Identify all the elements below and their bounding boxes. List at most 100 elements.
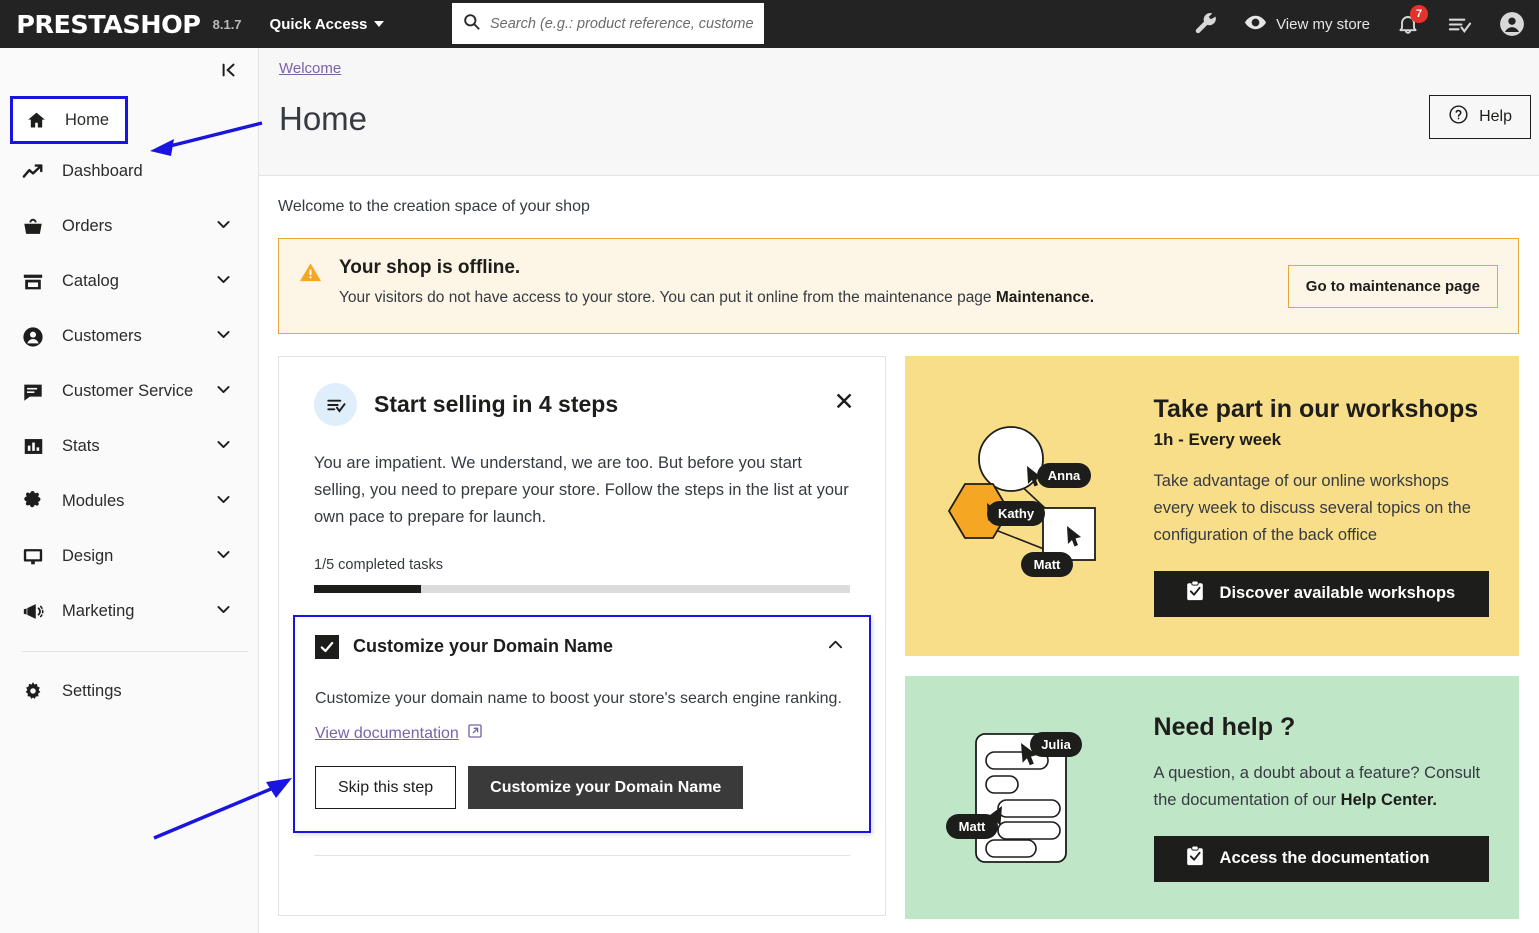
main-content: Welcome Home Help Welcome to the creatio…: [259, 48, 1539, 933]
sidebar-item-settings[interactable]: Settings: [0, 664, 258, 719]
sidebar-item-marketing[interactable]: Marketing: [0, 584, 258, 639]
bell-icon[interactable]: 7: [1396, 5, 1428, 36]
workshops-subtitle: 1h - Every week: [1153, 430, 1282, 450]
sidebar-item-dashboard[interactable]: Dashboard: [0, 144, 258, 199]
promo-column: Anna Kathy Matt Take part in our worksho…: [904, 356, 1519, 919]
access-documentation-label: Access the documentation: [1219, 849, 1430, 868]
dashboard-columns: Start selling in 4 steps ✕ You are impat…: [278, 356, 1519, 919]
brand-logo[interactable]: PRESTASHOP: [16, 10, 201, 39]
sidebar-divider: [22, 651, 248, 652]
help-button[interactable]: Help: [1429, 95, 1531, 139]
sidebar-item-design[interactable]: Design: [0, 529, 258, 584]
alert-text-bold: Maintenance.: [995, 289, 1095, 306]
search-bar[interactable]: [452, 3, 764, 44]
view-my-store-link[interactable]: View my store: [1244, 11, 1370, 38]
sidebar-item-customer-service[interactable]: Customer Service: [0, 364, 258, 419]
chevron-down-icon: [215, 601, 232, 623]
puzzle-icon: [22, 491, 44, 513]
clipboard-check-icon: [1184, 845, 1206, 872]
checkbox-checked-icon[interactable]: [315, 634, 339, 659]
step-actions: Skip this step Customize your Domain Nam…: [315, 766, 849, 810]
top-bar: PRESTASHOP 8.1.7 Quick Access View my st…: [0, 0, 1539, 48]
need-help-illustration: Julia Matt: [929, 718, 1134, 878]
chevron-down-icon: [374, 21, 385, 27]
sidebar-collapse-button[interactable]: [0, 48, 258, 96]
workshops-body: Take part in our workshops 1h - Every we…: [1153, 395, 1489, 617]
chevron-down-icon: [215, 326, 232, 348]
wrench-icon[interactable]: [1192, 11, 1218, 37]
home-icon: [25, 109, 47, 131]
sidebar-item-label: Stats: [62, 437, 100, 455]
question-circle-icon: [1448, 104, 1469, 130]
chevron-down-icon: [215, 381, 232, 403]
svg-text:Julia: Julia: [1041, 737, 1071, 752]
onboarding-step-domain-name[interactable]: Customize your Domain Name Customize you…: [293, 614, 871, 834]
onboarding-column: Start selling in 4 steps ✕ You are impat…: [278, 356, 886, 919]
sidebar-item-customers[interactable]: Customers: [0, 309, 258, 364]
welcome-message: Welcome to the creation space of your sh…: [278, 198, 590, 215]
page-header: Welcome Home Help: [259, 48, 1539, 176]
access-documentation-button[interactable]: Access the documentation: [1153, 835, 1489, 882]
sidebar-item-label: Settings: [62, 682, 122, 700]
breadcrumb[interactable]: Welcome: [279, 60, 341, 77]
svg-text:Matt: Matt: [959, 819, 986, 834]
quick-access-label: Quick Access: [269, 15, 368, 33]
sidebar-item-label: Marketing: [62, 602, 135, 620]
view-my-store-label: View my store: [1276, 15, 1370, 33]
view-documentation-link[interactable]: View documentation: [315, 723, 483, 744]
alert-text-main: Your visitors do not have access to your…: [339, 289, 996, 306]
chat-icon: [22, 381, 44, 403]
workshops-illustration: Anna Kathy Matt: [929, 411, 1134, 601]
discover-workshops-label: Discover available workshops: [1219, 584, 1456, 603]
monitor-icon: [22, 546, 44, 568]
maintenance-alert: Your shop is offline. Your visitors do n…: [278, 238, 1519, 334]
step-header[interactable]: Customize your Domain Name: [315, 634, 849, 659]
checklist-icon: [314, 383, 357, 426]
skip-this-step-button[interactable]: Skip this step: [315, 766, 457, 810]
gear-icon: [22, 681, 44, 703]
sidebar: Home Dashboard Orders Catalog Customers …: [0, 48, 259, 933]
sidebar-item-label: Customer Service: [62, 382, 194, 400]
page-title: Home: [279, 100, 368, 137]
workshops-card: Anna Kathy Matt Take part in our worksho…: [904, 356, 1519, 656]
onboarding-header: Start selling in 4 steps: [314, 383, 850, 426]
workshops-title: Take part in our workshops: [1153, 395, 1479, 424]
discover-workshops-button[interactable]: Discover available workshops: [1153, 570, 1489, 617]
workshops-text: Take advantage of our online workshops e…: [1153, 472, 1471, 544]
sidebar-item-label: Catalog: [62, 272, 119, 290]
svg-text:Anna: Anna: [1048, 468, 1081, 483]
close-icon[interactable]: ✕: [834, 390, 855, 415]
go-to-maintenance-page-button[interactable]: Go to maintenance page: [1287, 265, 1498, 308]
need-help-body: Need help ? A question, a doubt about a …: [1153, 713, 1489, 882]
search-input[interactable]: [490, 15, 754, 32]
external-link-icon: [467, 723, 483, 744]
chevron-up-icon[interactable]: [826, 635, 845, 659]
sidebar-item-label: Modules: [62, 492, 125, 510]
svg-text:Kathy: Kathy: [998, 506, 1035, 521]
chevron-down-icon: [215, 436, 232, 458]
sidebar-item-orders[interactable]: Orders: [0, 199, 258, 254]
person-icon: [22, 326, 44, 348]
help-button-label: Help: [1479, 108, 1512, 125]
customize-domain-name-button[interactable]: Customize your Domain Name: [468, 766, 744, 810]
sidebar-item-stats[interactable]: Stats: [0, 419, 258, 474]
avatar-icon[interactable]: [1499, 11, 1525, 37]
chevron-down-icon: [215, 216, 232, 238]
sidebar-item-catalog[interactable]: Catalog: [0, 254, 258, 309]
chevron-down-icon: [215, 546, 232, 568]
basket-icon: [22, 216, 44, 238]
version-label: 8.1.7: [212, 16, 242, 32]
search-icon: [462, 12, 481, 36]
bar-chart-icon: [22, 436, 44, 458]
checklist-icon[interactable]: [1446, 11, 1473, 38]
sidebar-item-label: Orders: [62, 217, 113, 235]
svg-text:Matt: Matt: [1034, 557, 1061, 572]
quick-access-menu[interactable]: Quick Access: [270, 16, 385, 33]
view-documentation-label: View documentation: [315, 724, 459, 742]
sidebar-item-home[interactable]: Home: [10, 96, 128, 144]
chevron-down-icon: [215, 491, 232, 513]
warning-triangle-icon: [299, 261, 322, 289]
content-area: Welcome to the creation space of your sh…: [259, 176, 1539, 919]
sidebar-item-label: Design: [62, 547, 114, 565]
sidebar-item-modules[interactable]: Modules: [0, 474, 258, 529]
